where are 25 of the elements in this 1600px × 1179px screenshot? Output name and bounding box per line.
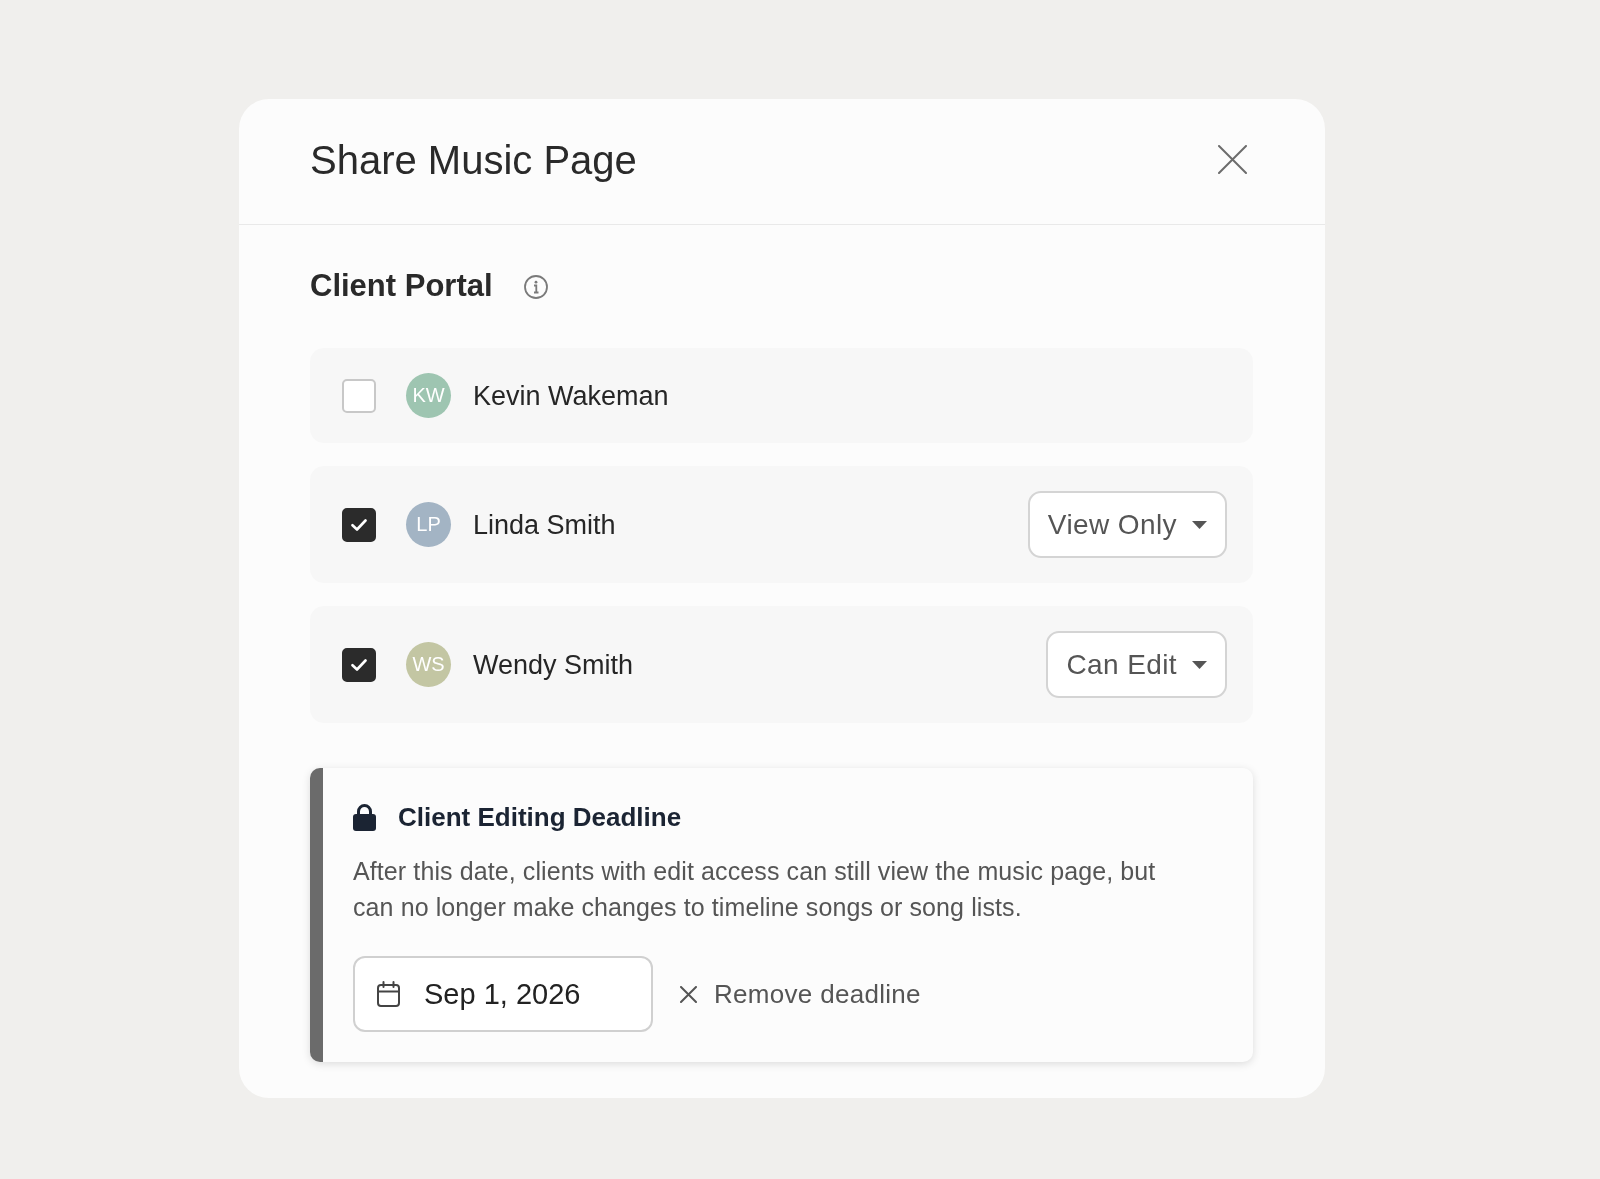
dialog-title: Share Music Page	[310, 136, 637, 184]
calendar-icon	[377, 981, 400, 1007]
deadline-description: After this date, clients with edit access can still view the music page, but can no longer make changes to timeline songs or song lists.	[353, 856, 1157, 923]
caret-icon	[1192, 520, 1207, 529]
client-name: Linda Smith	[473, 508, 616, 542]
section-heading: Client Portal	[310, 268, 493, 304]
avatar: WS	[406, 642, 451, 687]
check-icon	[351, 518, 367, 531]
date-field[interactable]: Sep 1, 2026	[353, 956, 653, 1032]
caret-icon	[1192, 660, 1207, 669]
permission-dropdown[interactable]: View Only	[1027, 491, 1227, 558]
checkbox[interactable]	[342, 647, 376, 682]
checkbox[interactable]	[342, 507, 376, 542]
avatar: KW	[406, 373, 451, 418]
deadline-title: Client Editing Deadline	[398, 802, 682, 832]
avatar: LP	[406, 502, 451, 547]
client-name: Wendy Smith	[473, 648, 634, 682]
client-name: Kevin Wakeman	[473, 379, 669, 413]
info-icon[interactable]	[523, 275, 548, 299]
remove-deadline-button[interactable]: Remove deadline	[680, 978, 921, 1010]
close-icon	[680, 985, 697, 1003]
close-icon[interactable]	[1218, 145, 1247, 174]
permission-dropdown[interactable]: Can Edit	[1046, 631, 1227, 698]
lock-icon	[353, 803, 376, 831]
check-icon	[351, 658, 367, 671]
